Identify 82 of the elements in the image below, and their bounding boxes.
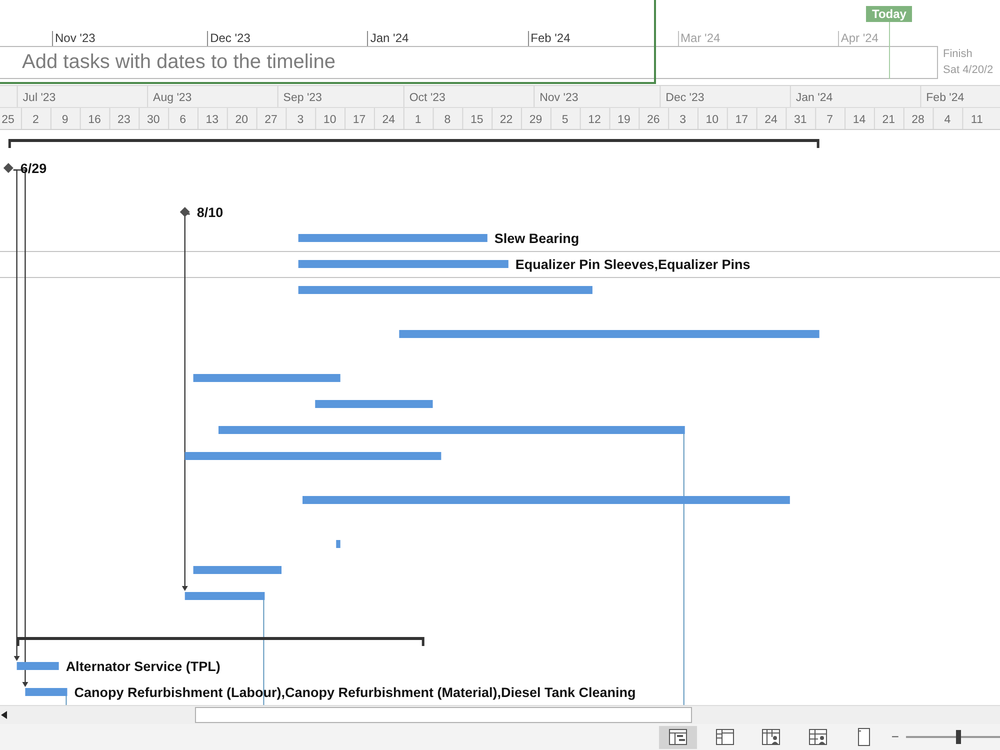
timescale-month: Nov '23	[540, 92, 578, 104]
timescale-month: Jul '23	[22, 92, 56, 104]
timescale-week: 16	[88, 114, 101, 126]
timeline-bar[interactable]: Add tasks with dates to the timeline	[0, 46, 938, 79]
milestone-date-label: 8/10	[196, 205, 224, 220]
link-line	[66, 696, 67, 705]
task-label: Alternator Service (TPL)	[66, 659, 220, 674]
task-bar[interactable]	[298, 234, 488, 242]
timescale-week: 26	[646, 114, 660, 126]
timescale-week: 3	[680, 114, 686, 126]
task-bar[interactable]	[184, 452, 442, 460]
split-panel-icon	[716, 729, 734, 745]
page-icon	[858, 728, 870, 746]
today-badge: Today	[866, 6, 912, 22]
task-label: Equalizer Pin Sleeves,Equalizer Pins	[515, 257, 750, 272]
timescale-week: 24	[764, 114, 778, 126]
horizontal-scrollbar[interactable]	[0, 705, 1000, 724]
timescale-week: 2	[32, 114, 39, 126]
timescale-week: 7	[826, 114, 834, 126]
timeline-hint: Add tasks with dates to the timeline	[22, 51, 336, 74]
finish-date: Sat 4/20/2	[943, 63, 994, 78]
task-bar[interactable]	[399, 330, 820, 338]
visible-range-frame[interactable]	[0, 0, 656, 84]
timescale-month: Oct '23	[409, 92, 446, 104]
timescale-week: 30	[146, 114, 160, 126]
task-bar[interactable]	[315, 400, 433, 408]
gantt-chart-icon	[669, 729, 687, 745]
view-button[interactable]	[659, 726, 697, 748]
timescale-week: 10	[706, 114, 719, 126]
timescale-week: 5	[562, 114, 568, 126]
timescale-week: 17	[352, 114, 366, 126]
timescale-week: 19	[618, 114, 630, 126]
task-bar[interactable]	[298, 286, 592, 294]
timescale-week: 15	[470, 114, 484, 126]
timescale-week: 31	[794, 114, 807, 126]
timescale-week: 29	[529, 114, 542, 126]
milestone-diamond-icon[interactable]	[180, 207, 190, 217]
timescale-week: 8	[444, 114, 451, 126]
timescale-week: 4	[944, 114, 951, 126]
table-person-icon	[808, 729, 827, 745]
timescale-week: 13	[206, 114, 219, 126]
task-bar[interactable]	[16, 662, 59, 670]
task-bar[interactable]	[193, 374, 340, 382]
timescale-month: Dec '23	[666, 92, 704, 104]
timescale-week: 10	[323, 114, 336, 126]
left-arrow-icon[interactable]	[1, 711, 7, 719]
timescale-week: 6	[180, 114, 186, 126]
timescale-week: 11	[970, 114, 983, 126]
milestone-diamond-icon[interactable]	[3, 163, 14, 173]
timescale-month: Aug '23	[153, 92, 192, 104]
timescale-month: Feb '24	[926, 92, 964, 104]
task-bar[interactable]	[302, 496, 790, 504]
timescale-week: 22	[500, 114, 513, 126]
milestone-date-label: 6/29	[20, 161, 47, 176]
zoom-out-button[interactable]: −	[889, 729, 901, 745]
task-label: Slew Bearing	[494, 231, 580, 246]
timescale-week: 17	[735, 114, 748, 126]
timescale-week: 23	[118, 114, 130, 126]
timescale-month: Jan '24	[796, 92, 833, 104]
grid-person-icon	[762, 729, 780, 745]
timescale-week: 24	[382, 114, 396, 126]
timescale-week: 25	[2, 114, 14, 126]
task-bar[interactable]	[298, 260, 508, 268]
task-bar[interactable]	[193, 566, 282, 574]
task-bar[interactable]	[336, 540, 340, 548]
timescale-week: 9	[62, 114, 68, 126]
scrollbar-thumb[interactable]	[195, 707, 692, 723]
timescale-week: 14	[852, 114, 866, 126]
today-line	[889, 22, 890, 79]
timescale-week: 21	[882, 114, 896, 126]
timescale-week: 3	[297, 114, 304, 126]
timescale-week: 1	[414, 114, 422, 126]
slider-thumb[interactable]	[956, 730, 961, 744]
task-bar[interactable]	[25, 688, 68, 696]
timescale-week: 28	[912, 114, 924, 126]
timescale-week: 12	[588, 114, 601, 126]
timescale-week: 20	[235, 114, 248, 126]
task-bar[interactable]	[184, 592, 265, 600]
timescale-week: 27	[264, 114, 278, 126]
finish-label: Finish	[943, 47, 974, 62]
task-bar[interactable]	[218, 426, 685, 434]
timescale-month: Sep '23	[283, 92, 322, 104]
